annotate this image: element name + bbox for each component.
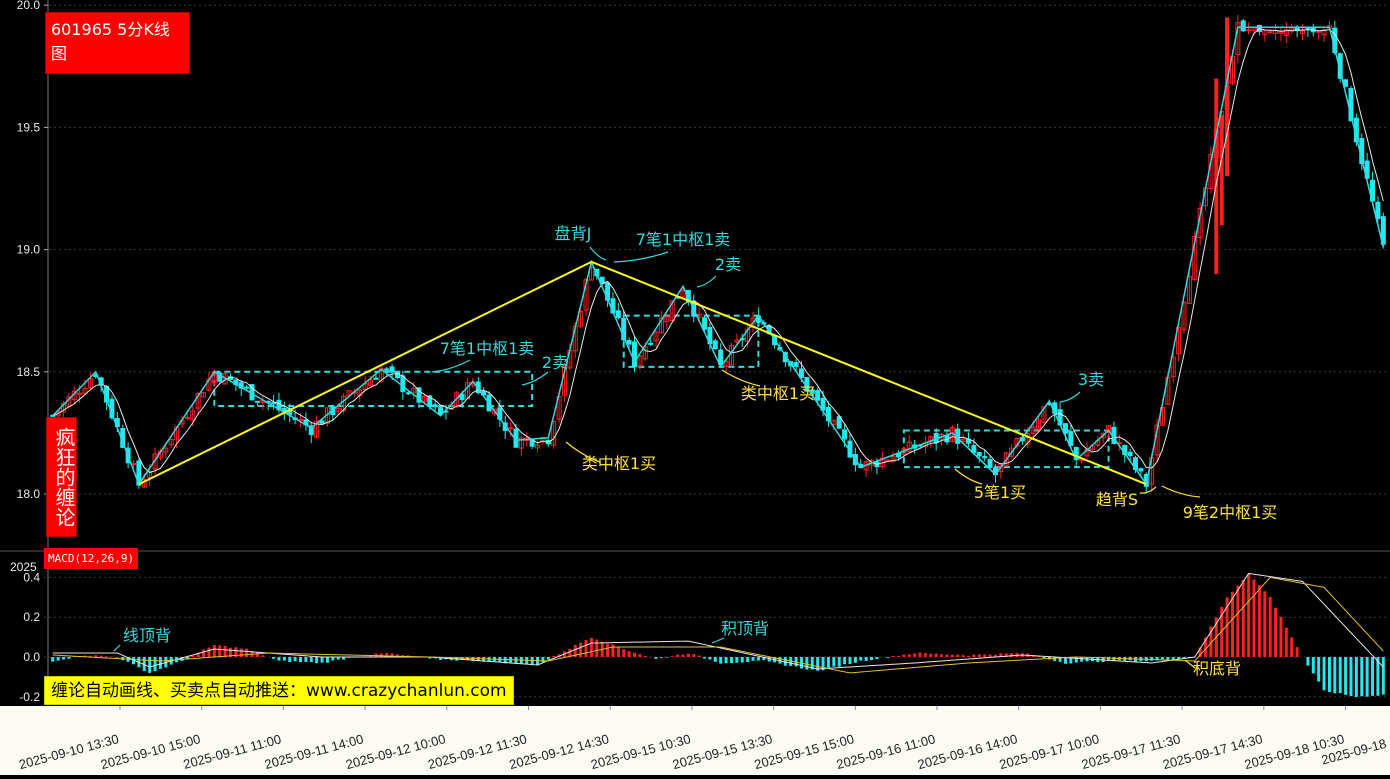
price-tick-label: 19.0	[17, 243, 41, 257]
candle-body	[987, 459, 993, 468]
candle-body	[842, 429, 848, 440]
candle-body	[244, 386, 250, 389]
candle-body	[405, 392, 411, 395]
price-tick-label: 18.5	[17, 365, 41, 379]
chart-canvas: 7笔1中枢1卖 2卖类中枢1买 盘背J 7笔1中枢1卖 2卖类中枢1买 3卖 5笔1买 趋背S…	[0, 0, 1390, 775]
candle-body	[1225, 17, 1230, 177]
candle-body	[648, 342, 654, 345]
candle-body	[389, 366, 395, 373]
price-annotation: 3卖	[1078, 370, 1104, 389]
candle-body	[982, 456, 988, 459]
x-axis: 2025-09-10 13:302025-09-10 15:002025-09-…	[17, 706, 1388, 772]
price-annotation: 2卖	[715, 255, 741, 274]
macd-extra-label: 2025	[10, 560, 37, 574]
candle-body	[432, 404, 438, 408]
candle-body	[131, 462, 136, 465]
side-badge: 疯狂的缠论	[46, 417, 77, 537]
candle-body	[400, 375, 406, 393]
price-annotation: 类中枢1买	[582, 454, 656, 473]
candle-body	[1246, 29, 1252, 32]
price-tick-label: 19.5	[17, 120, 41, 134]
candle-body	[384, 368, 390, 371]
candle-body	[319, 420, 325, 424]
x-axis-band: 2025-09-10 13:30 2025-09-10 15:00 2025-09-…	[0, 706, 1390, 775]
candle-body	[1375, 201, 1381, 220]
candle-body	[815, 390, 821, 401]
price-tick-label: 20.0	[17, 0, 41, 12]
candle-body	[254, 400, 260, 403]
macd-tick-label: 0.0	[23, 650, 40, 664]
price-annotation: 2卖	[542, 353, 568, 372]
promo-banner[interactable]: 缠论自动画线、买卖点自动推送：www.crazychanlun.com	[44, 676, 514, 705]
stock-title: 601965 5分K线图	[45, 12, 190, 74]
candle-body	[712, 340, 718, 350]
price-annotation: 趋背S	[1096, 490, 1138, 509]
candle-body	[438, 407, 444, 415]
candle-body	[1240, 20, 1246, 32]
candle-body	[1267, 31, 1273, 34]
price-annotation: 5笔1买	[974, 483, 1026, 502]
candle-body	[271, 402, 277, 405]
price-annotation: 盘背J	[555, 224, 592, 243]
candle-body	[976, 451, 982, 457]
candle-body	[373, 377, 379, 380]
candle-body	[1316, 30, 1322, 33]
candle-body	[615, 310, 621, 319]
candle-body	[793, 362, 799, 367]
macd-tick-label: 0.2	[23, 610, 40, 624]
price-tick-label: 18.0	[17, 487, 41, 501]
macd-annotation: 线顶背	[123, 626, 171, 645]
macd-tick-label: -0.2	[19, 690, 40, 704]
candle-body	[508, 427, 514, 430]
candle-body	[1127, 451, 1133, 457]
macd-label: MACD(12,26,9)	[44, 548, 139, 569]
price-annotation: 7笔1中枢1卖	[440, 339, 535, 358]
price-annotation: 9笔2中枢1买	[1183, 503, 1278, 522]
macd-annotation: 积底背	[1193, 659, 1241, 678]
candle-body	[1219, 115, 1224, 226]
candle-body	[1138, 468, 1144, 472]
candle-body	[626, 340, 632, 345]
price-annotation: 7笔1中枢1卖	[636, 230, 731, 249]
macd-annotation: 积顶背	[721, 619, 769, 638]
price-annotation: 类中枢1买	[741, 384, 815, 403]
